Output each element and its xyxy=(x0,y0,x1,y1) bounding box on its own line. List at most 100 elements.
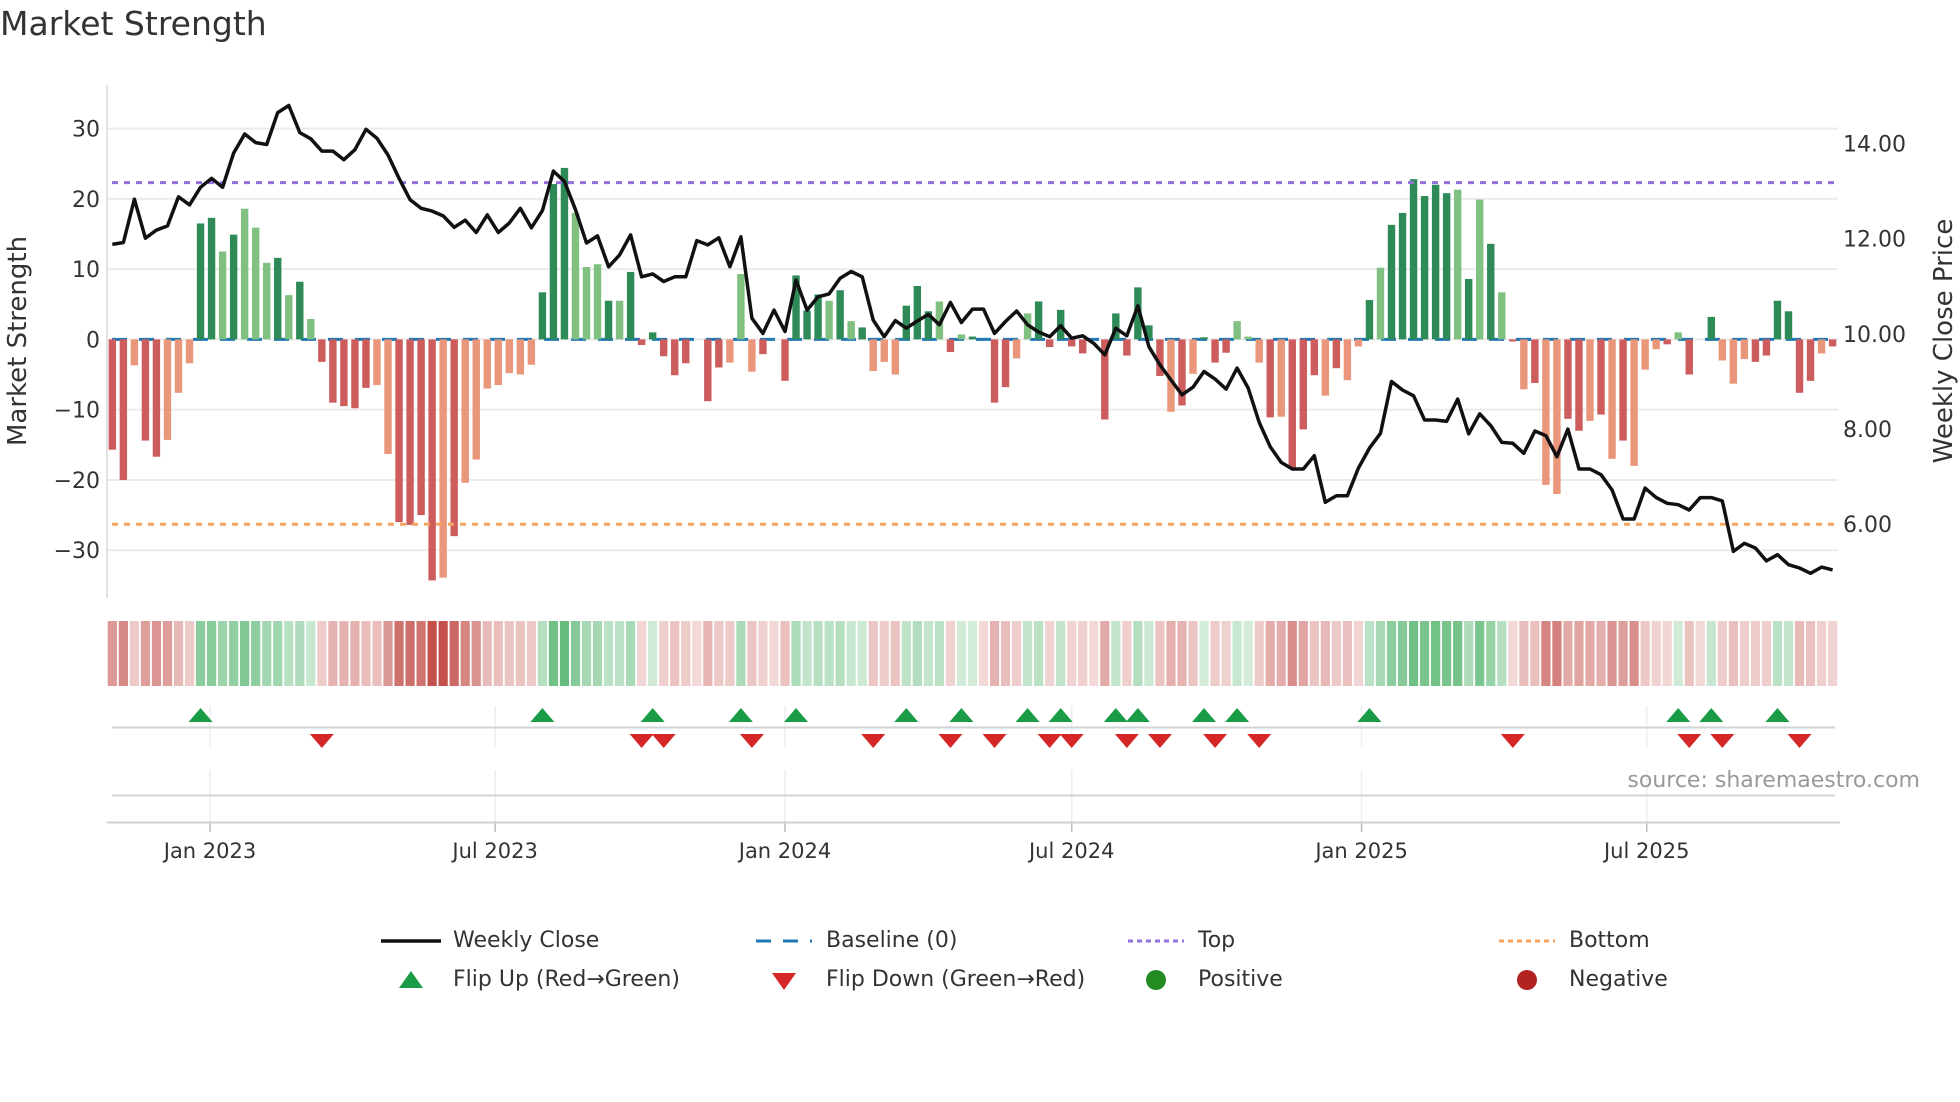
heat-cell xyxy=(592,621,603,686)
heat-cell xyxy=(659,621,669,686)
strength-bar xyxy=(1310,339,1319,376)
strength-bar xyxy=(1464,278,1473,340)
y-tick-label: −20 xyxy=(54,469,100,494)
strength-bar xyxy=(141,339,150,441)
heat-cell xyxy=(1530,621,1540,686)
flip-up-marker xyxy=(530,708,555,722)
strength-bar xyxy=(1123,339,1131,356)
strength-bar xyxy=(1586,339,1594,421)
heat-cell xyxy=(140,621,151,686)
legend-negative: Negative xyxy=(1497,967,1668,992)
strength-bar xyxy=(549,184,558,340)
heat-cell xyxy=(945,621,956,686)
dotted-line-swatch-icon xyxy=(1126,929,1186,953)
market-strength-chart: −30 −20 −10 0 10 20 30 6.00 8.00 10.00 12.00 14.00 M… xyxy=(3,85,1959,863)
circle-red-icon xyxy=(1497,968,1557,992)
heat-cell xyxy=(184,621,195,686)
heat-cell xyxy=(118,621,128,686)
y2-tick-label: 10.00 xyxy=(1843,323,1906,348)
heat-cell xyxy=(791,621,801,686)
heat-cell xyxy=(581,621,592,686)
strength-bar xyxy=(1707,316,1716,340)
heat-cell xyxy=(1144,621,1154,686)
strength-bar xyxy=(1068,339,1076,347)
heat-cell xyxy=(1375,621,1386,686)
flip-up-marker xyxy=(1765,708,1790,722)
heat-cell xyxy=(262,621,272,686)
strength-bar xyxy=(1652,339,1660,350)
heat-cell xyxy=(361,621,371,686)
legend-label: Bottom xyxy=(1569,928,1650,953)
heat-cell xyxy=(813,621,823,686)
heat-cell xyxy=(570,621,581,686)
heat-cell xyxy=(438,621,448,686)
heat-cell xyxy=(1629,621,1639,686)
flip-down-marker xyxy=(1203,734,1228,748)
strength-bar xyxy=(406,339,414,525)
heat-cell xyxy=(681,621,691,686)
strength-bar xyxy=(1663,339,1671,345)
strength-bar xyxy=(1343,339,1352,381)
legend-label: Flip Up (Red→Green) xyxy=(453,967,680,992)
strength-bar xyxy=(296,281,304,340)
strength-bar xyxy=(417,339,425,516)
strength-bar xyxy=(1784,311,1793,340)
strength-bar xyxy=(461,339,469,483)
strength-bar xyxy=(472,339,480,460)
heat-cell xyxy=(1497,621,1507,686)
legend-label: Weekly Close xyxy=(453,928,600,953)
heat-cell xyxy=(1023,621,1033,686)
strength-bar xyxy=(1354,339,1363,347)
strength-bar xyxy=(1079,339,1087,354)
heat-cell xyxy=(1122,621,1132,686)
heat-cell xyxy=(1133,621,1143,686)
heat-cell xyxy=(890,621,900,686)
strength-bar xyxy=(1740,339,1749,360)
strength-bar xyxy=(108,339,117,450)
strength-bar xyxy=(373,339,381,386)
heat-cell xyxy=(1254,621,1264,686)
strength-bar xyxy=(836,290,844,340)
strength-bar xyxy=(1387,224,1396,340)
heat-cell xyxy=(1342,621,1352,686)
flip-down-marker xyxy=(1037,734,1062,748)
strength-bar xyxy=(1520,339,1528,390)
strength-bar xyxy=(538,292,547,340)
triangle-up-icon xyxy=(381,968,441,992)
heat-cell xyxy=(151,621,162,686)
x-tick-label: Jan 2024 xyxy=(737,839,832,863)
flip-up-marker xyxy=(1192,708,1217,722)
heat-cell xyxy=(173,621,184,686)
strength-bar xyxy=(1619,339,1627,441)
heat-cell xyxy=(1728,621,1738,686)
flip-up-marker xyxy=(894,708,919,722)
strength-bar xyxy=(913,285,922,340)
strength-bar xyxy=(1321,339,1330,396)
heat-cell xyxy=(416,621,426,686)
heat-cell xyxy=(1199,621,1209,686)
circle-green-icon xyxy=(1126,968,1186,992)
flip-down-marker xyxy=(1787,734,1812,748)
heat-cell xyxy=(1034,621,1044,686)
strength-bar xyxy=(1045,339,1054,348)
heat-cell xyxy=(537,621,547,686)
strength-bar xyxy=(968,336,977,340)
heat-cell xyxy=(1431,621,1441,686)
strength-bar xyxy=(1277,339,1285,417)
heat-cell xyxy=(394,621,404,686)
strength-bar xyxy=(737,274,745,340)
heat-cell xyxy=(824,621,834,686)
strength-bar xyxy=(229,234,238,340)
strength-bar xyxy=(1762,339,1771,356)
flip-down-marker xyxy=(1500,734,1525,748)
y2-axis-label: Weekly Close Price xyxy=(1929,219,1959,464)
heat-cell xyxy=(714,621,724,686)
heat-cell xyxy=(1408,621,1419,686)
heat-cell xyxy=(526,621,536,686)
strength-bar xyxy=(990,339,999,403)
strength-bar xyxy=(1553,339,1561,494)
heat-cell xyxy=(1596,621,1606,686)
strength-bar xyxy=(450,339,458,537)
heat-cell xyxy=(879,621,889,686)
heat-cell xyxy=(1000,621,1011,686)
